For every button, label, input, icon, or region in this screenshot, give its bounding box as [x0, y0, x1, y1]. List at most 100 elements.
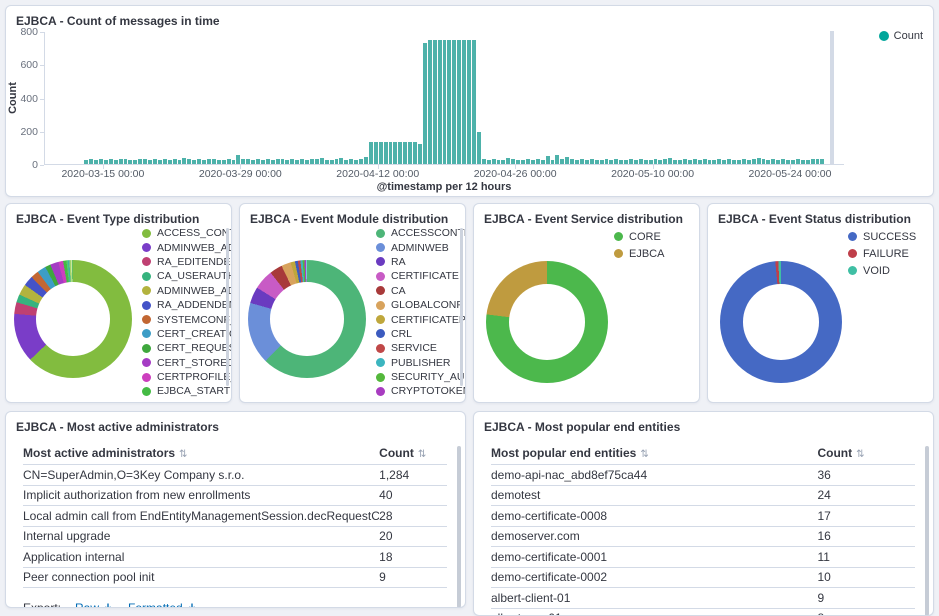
histogram-bar[interactable] [546, 156, 550, 164]
histogram-bar[interactable] [354, 160, 358, 164]
histogram-bar[interactable] [516, 160, 520, 164]
histogram-bar[interactable] [619, 160, 623, 164]
histogram-bar[interactable] [153, 159, 157, 164]
histogram-bar[interactable] [776, 160, 780, 164]
histogram-bar[interactable] [703, 159, 707, 164]
table-row[interactable]: Peer connection pool init9 [23, 567, 447, 588]
histogram-bar[interactable] [762, 159, 766, 164]
histogram-bar[interactable] [570, 159, 574, 164]
histogram-bar[interactable] [712, 160, 716, 164]
histogram-bar[interactable] [595, 160, 599, 164]
histogram-bar[interactable] [212, 159, 216, 164]
histogram-bar[interactable] [443, 40, 447, 164]
histogram-bar[interactable] [173, 159, 177, 164]
legend-item[interactable]: SUCCESS [848, 228, 916, 245]
table-row[interactable]: demoserver.com16 [491, 526, 915, 547]
event-type-donut-chart[interactable] [14, 260, 132, 378]
legend-item[interactable]: CA [376, 284, 466, 298]
histogram-bar[interactable] [497, 160, 501, 164]
legend-scrollbar[interactable] [460, 228, 463, 386]
histogram-bar[interactable] [413, 142, 417, 164]
histogram-bar[interactable] [501, 160, 505, 164]
legend-item[interactable]: CERTPROFILE_E... [142, 370, 232, 384]
histogram-bar[interactable] [403, 142, 407, 164]
histogram-bar[interactable] [786, 160, 790, 164]
histogram-bar[interactable] [163, 159, 167, 164]
histogram-bar[interactable] [492, 159, 496, 164]
legend-item[interactable]: CERT_REQUEST [142, 341, 232, 355]
histogram-bar[interactable] [310, 159, 314, 164]
histogram-bar[interactable] [791, 160, 795, 164]
histogram-bar[interactable] [806, 160, 810, 164]
event-status-donut-chart[interactable] [720, 261, 842, 383]
histogram-bar[interactable] [531, 160, 535, 164]
column-header-name[interactable]: Most popular end entities⇅ [491, 443, 817, 465]
histogram-bar[interactable] [811, 159, 815, 164]
legend-item[interactable]: CRL [376, 327, 466, 341]
histogram-bar[interactable] [560, 159, 564, 164]
histogram-bar[interactable] [649, 160, 653, 164]
histogram-bar[interactable] [305, 160, 309, 164]
legend-item[interactable]: RA_EDITENDENT... [142, 255, 232, 269]
histogram-bar[interactable] [801, 160, 805, 164]
histogram-bar[interactable] [639, 159, 643, 164]
histogram-bar[interactable] [663, 159, 667, 164]
histogram-bar[interactable] [487, 160, 491, 164]
histogram-bar[interactable] [482, 159, 486, 164]
histogram-bar[interactable] [732, 160, 736, 164]
sort-icon[interactable]: ⇅ [640, 449, 648, 460]
legend-item[interactable]: ACCESS_CONTR... [142, 226, 232, 240]
histogram-bar[interactable] [84, 160, 88, 164]
legend-item[interactable]: CRYPTOTOKEN [376, 384, 466, 398]
histogram-bar[interactable] [609, 160, 613, 164]
histogram-bar[interactable] [241, 159, 245, 164]
histogram-bar[interactable] [379, 142, 383, 164]
histogram-bar[interactable] [178, 160, 182, 164]
histogram-bar[interactable] [128, 160, 132, 164]
histogram-bar[interactable] [133, 160, 137, 164]
table-scrollbar[interactable] [925, 446, 929, 616]
legend-item[interactable]: EJBCA [614, 245, 664, 262]
histogram-bar[interactable] [104, 160, 108, 164]
histogram-bar[interactable] [462, 40, 466, 164]
histogram-bar[interactable] [722, 160, 726, 164]
histogram-bar[interactable] [143, 159, 147, 164]
legend-item[interactable]: ADMINWEB [376, 240, 466, 254]
export-raw-link[interactable]: Raw [75, 601, 114, 608]
histogram-bar[interactable] [217, 160, 221, 164]
table-scrollbar[interactable] [457, 446, 461, 608]
histogram-bar[interactable] [290, 159, 294, 164]
histogram-bar[interactable] [590, 159, 594, 164]
histogram-bar[interactable] [766, 160, 770, 164]
histogram-bar[interactable] [644, 160, 648, 164]
histogram-bar[interactable] [698, 160, 702, 164]
sort-icon[interactable]: ⇅ [418, 449, 426, 460]
histogram-bar[interactable] [816, 159, 820, 164]
histogram-bar[interactable] [717, 159, 721, 164]
histogram-bar[interactable] [187, 159, 191, 164]
histogram-bar[interactable] [227, 159, 231, 164]
sort-icon[interactable]: ⇅ [856, 449, 864, 460]
histogram-bar[interactable] [678, 160, 682, 164]
histogram-bar[interactable] [384, 142, 388, 164]
table-row[interactable]: Implicit authorization from new enrollme… [23, 485, 447, 506]
histogram-bar[interactable] [114, 160, 118, 164]
histogram-bar[interactable] [433, 40, 437, 164]
chart-legend[interactable]: Count [879, 30, 923, 42]
histogram-bar[interactable] [364, 157, 368, 164]
histogram-bar[interactable] [148, 160, 152, 164]
export-formatted-link[interactable]: Formatted [128, 601, 198, 608]
column-header-name[interactable]: Most active administrators⇅ [23, 443, 379, 465]
histogram-bar[interactable] [202, 160, 206, 164]
legend-item[interactable]: SECURITY_AUDIT [376, 370, 466, 384]
histogram-bar[interactable] [315, 159, 319, 164]
histogram-bar[interactable] [585, 160, 589, 164]
histogram-bar[interactable] [168, 160, 172, 164]
table-row[interactable]: demo-certificate-000210 [491, 567, 915, 588]
histogram-bar[interactable] [344, 160, 348, 164]
column-header-count[interactable]: Count⇅ [379, 443, 447, 465]
legend-item[interactable]: ADMINWEB_AD... [142, 240, 232, 254]
histogram-bar[interactable] [737, 160, 741, 164]
column-header-count[interactable]: Count⇅ [817, 443, 915, 465]
histogram-bar[interactable] [820, 159, 824, 164]
